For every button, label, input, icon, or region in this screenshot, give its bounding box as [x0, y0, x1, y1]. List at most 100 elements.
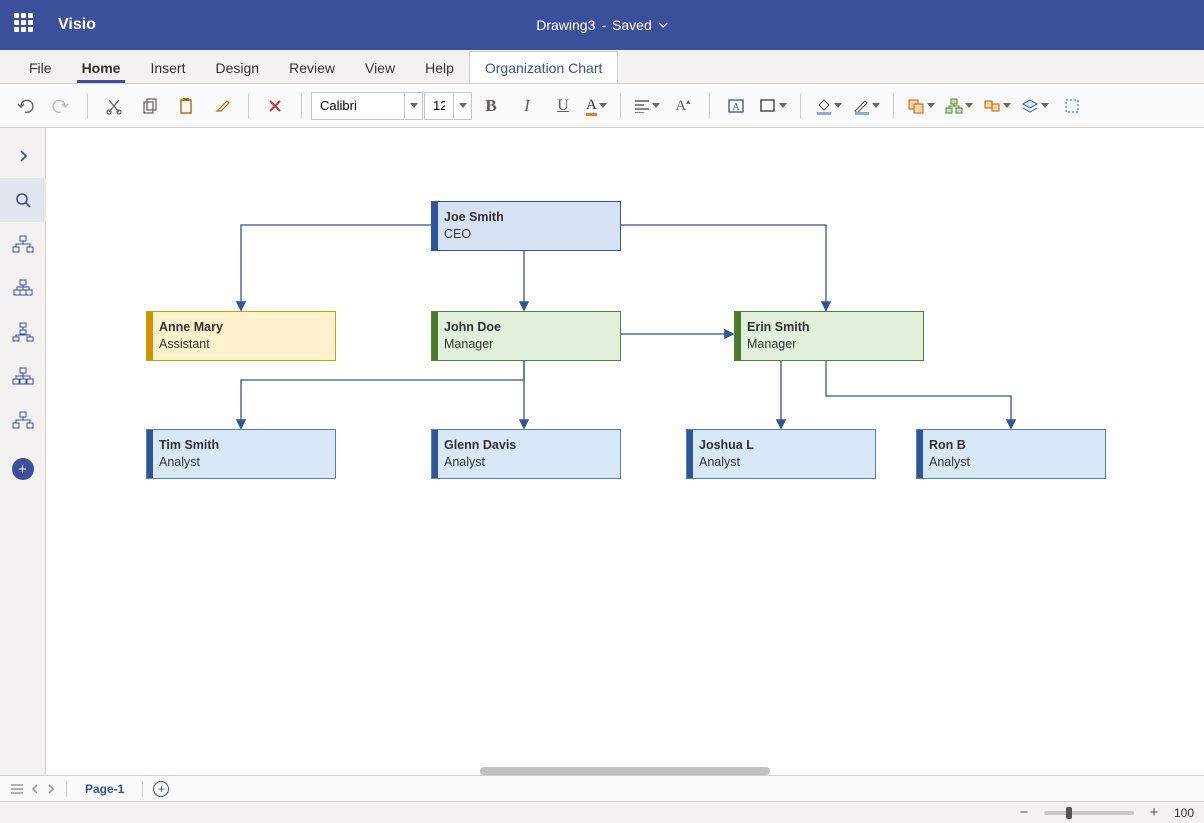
- copy-button[interactable]: [133, 89, 167, 123]
- grow-font-button[interactable]: A▴: [666, 89, 700, 123]
- tab-view[interactable]: View: [350, 52, 410, 83]
- zoom-slider-thumb[interactable]: [1066, 807, 1072, 819]
- org-node-analyst-2[interactable]: Glenn Davis Analyst: [431, 429, 621, 479]
- status-bar: − + 100: [0, 801, 1204, 823]
- font-name-selector[interactable]: [311, 92, 423, 120]
- next-page-button[interactable]: [46, 783, 56, 795]
- shape-style-button[interactable]: [755, 89, 791, 123]
- shapes-side-rail: +: [0, 128, 46, 775]
- search-shapes-button[interactable]: [0, 178, 46, 222]
- add-page-button[interactable]: +: [153, 781, 169, 797]
- stencil-orgchart-4[interactable]: [0, 354, 46, 398]
- tab-file[interactable]: File: [14, 52, 67, 83]
- prev-page-button[interactable]: [30, 783, 40, 795]
- zoom-out-button[interactable]: −: [1016, 804, 1032, 821]
- font-color-button[interactable]: A: [582, 89, 611, 123]
- org-node-ceo[interactable]: Joe Smith CEO: [431, 201, 621, 251]
- font-size-selector[interactable]: [424, 92, 472, 120]
- node-color-bar: [735, 312, 741, 360]
- node-color-bar: [432, 202, 438, 250]
- stencil-orgchart-3[interactable]: [0, 310, 46, 354]
- org-node-analyst-4[interactable]: Ron B Analyst: [916, 429, 1106, 479]
- node-color-bar: [147, 430, 153, 478]
- align-button[interactable]: [630, 89, 664, 123]
- position-button[interactable]: [941, 89, 977, 123]
- chevron-down-icon: [779, 103, 787, 108]
- stencil-orgchart-2[interactable]: [0, 266, 46, 310]
- orgchart-icon: [12, 279, 34, 297]
- document-title[interactable]: Drawing3 - Saved: [536, 17, 668, 33]
- zoom-in-button[interactable]: +: [1146, 804, 1162, 821]
- tab-insert[interactable]: Insert: [135, 52, 200, 83]
- separator: [800, 93, 801, 119]
- svg-text:A: A: [732, 102, 740, 113]
- drawing-canvas[interactable]: Joe Smith CEO Anne Mary Assistant John D…: [46, 128, 1204, 775]
- select-button[interactable]: [1055, 89, 1089, 123]
- group-icon: [983, 98, 1001, 114]
- node-name: Erin Smith: [747, 320, 913, 335]
- tab-help[interactable]: Help: [410, 52, 469, 83]
- org-node-analyst-3[interactable]: Joshua L Analyst: [686, 429, 876, 479]
- font-color-icon: A: [586, 97, 597, 114]
- orgchart-icon: [12, 411, 34, 429]
- layers-button[interactable]: [1017, 89, 1053, 123]
- all-pages-button[interactable]: [10, 783, 24, 795]
- font-size-input[interactable]: [425, 93, 453, 119]
- undo-button[interactable]: [8, 89, 42, 123]
- orgchart-icon: [12, 367, 34, 385]
- org-node-manager-2[interactable]: Erin Smith Manager: [734, 311, 924, 361]
- align-left-icon: [634, 99, 650, 113]
- plus-icon: +: [158, 782, 165, 796]
- layers-icon: [1021, 98, 1039, 114]
- chevron-down-icon: [410, 103, 418, 108]
- add-stencil-button[interactable]: +: [12, 458, 34, 480]
- separator: [301, 93, 302, 119]
- title-bar: Visio Drawing3 - Saved: [0, 0, 1204, 50]
- group-button[interactable]: [979, 89, 1015, 123]
- chevron-down-icon: [658, 22, 668, 28]
- font-size-dropdown[interactable]: [453, 93, 471, 119]
- format-painter-button[interactable]: [205, 89, 239, 123]
- fill-color-button[interactable]: [810, 89, 846, 123]
- separator: [620, 93, 621, 119]
- tab-home[interactable]: Home: [67, 52, 136, 83]
- horizontal-scrollbar[interactable]: [480, 767, 770, 775]
- org-node-assistant[interactable]: Anne Mary Assistant: [146, 311, 336, 361]
- page-nav: [10, 783, 56, 795]
- app-launcher-icon[interactable]: [14, 13, 38, 37]
- page-tab-1[interactable]: Page-1: [77, 779, 132, 799]
- redo-button[interactable]: [44, 89, 78, 123]
- search-icon: [14, 191, 32, 209]
- tab-review[interactable]: Review: [274, 52, 350, 83]
- chevron-down-icon: [1003, 103, 1011, 108]
- org-node-manager-1[interactable]: John Doe Manager: [431, 311, 621, 361]
- zoom-slider[interactable]: [1044, 811, 1134, 815]
- node-title: Analyst: [929, 455, 1095, 470]
- bucket-icon: [814, 97, 832, 115]
- arrange-button[interactable]: [903, 89, 939, 123]
- node-color-bar: [917, 430, 923, 478]
- underline-button[interactable]: U: [546, 89, 580, 123]
- font-name-dropdown[interactable]: [404, 93, 422, 119]
- bold-button[interactable]: B: [474, 89, 508, 123]
- line-color-button[interactable]: [848, 89, 884, 123]
- font-name-input[interactable]: [312, 93, 404, 119]
- stencil-orgchart-5[interactable]: [0, 398, 46, 442]
- org-node-analyst-1[interactable]: Tim Smith Analyst: [146, 429, 336, 479]
- text-box-button[interactable]: A: [719, 89, 753, 123]
- expand-shapes-panel-button[interactable]: [0, 134, 46, 178]
- node-color-bar: [432, 312, 438, 360]
- chevron-down-icon: [599, 103, 607, 108]
- select-icon: [1064, 98, 1080, 114]
- cut-button[interactable]: [97, 89, 131, 123]
- stencil-orgchart-belt[interactable]: [0, 222, 46, 266]
- tab-organization-chart[interactable]: Organization Chart: [469, 51, 619, 83]
- ribbon-tabs: File Home Insert Design Review View Help…: [0, 50, 1204, 84]
- italic-button[interactable]: I: [510, 89, 544, 123]
- node-name: Anne Mary: [159, 320, 325, 335]
- delete-button[interactable]: [258, 89, 292, 123]
- zoom-level[interactable]: 100: [1174, 806, 1194, 820]
- node-name: Tim Smith: [159, 438, 325, 453]
- tab-design[interactable]: Design: [200, 52, 274, 83]
- paste-button[interactable]: [169, 89, 203, 123]
